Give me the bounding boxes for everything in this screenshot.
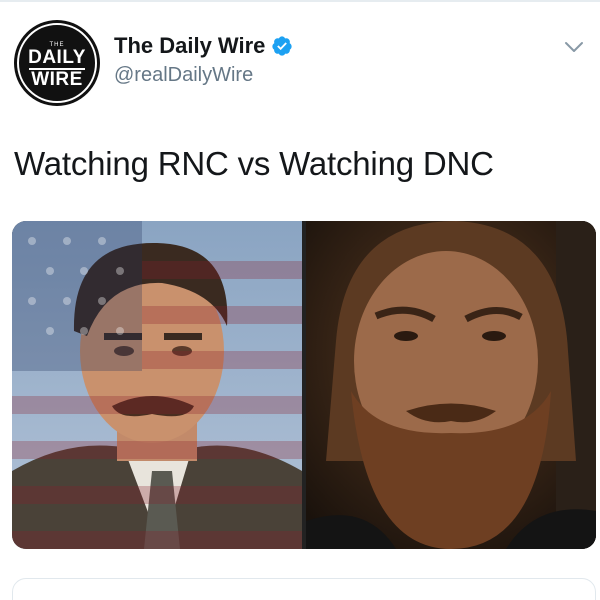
chevron-down-icon[interactable] xyxy=(564,40,584,54)
tweet-text: Watching RNC vs Watching DNC xyxy=(14,145,494,182)
tweet-card: THE DAILY WIRE The Daily Wire @realDaily… xyxy=(0,0,600,600)
avatar[interactable]: THE DAILY WIRE xyxy=(14,20,100,106)
divider xyxy=(0,0,600,2)
tweet-header: THE DAILY WIRE The Daily Wire @realDaily… xyxy=(14,20,586,106)
author-info: The Daily Wire @realDailyWire xyxy=(114,32,293,88)
photo-bearded-man[interactable] xyxy=(306,221,596,549)
media-grid[interactable] xyxy=(12,221,596,549)
photo-man-with-flag[interactable] xyxy=(12,221,302,549)
display-name-row: The Daily Wire xyxy=(114,32,293,60)
display-name[interactable]: The Daily Wire xyxy=(114,32,265,60)
handle[interactable]: @realDailyWire xyxy=(114,62,293,88)
avatar-ring xyxy=(17,23,97,103)
verified-badge-icon xyxy=(271,35,293,57)
link-card[interactable] xyxy=(12,578,596,600)
